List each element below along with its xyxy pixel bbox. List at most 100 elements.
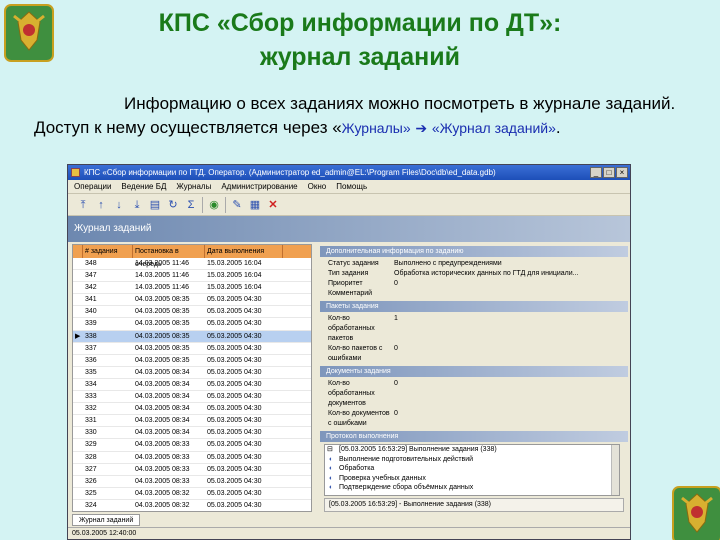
minimize-button[interactable]: _	[590, 167, 602, 178]
table-row[interactable]: 348 14.03.2005 11:46 15.03.2005 16:04	[73, 258, 311, 271]
table-row[interactable]: 334 04.03.2005 08:34 05.03.2005 04:30	[73, 379, 311, 392]
table-row[interactable]: 337 04.03.2005 08:35 05.03.2005 04:30	[73, 343, 311, 355]
menu-item[interactable]: Журналы	[176, 180, 211, 193]
table-cell: 04.03.2005 08:33	[135, 465, 190, 473]
property-label: Кол-во пакетов с ошибками	[328, 345, 383, 362]
table-cell: 339	[85, 320, 97, 328]
table-cell: 325	[85, 489, 97, 497]
table-cell: 342	[85, 284, 97, 292]
section-documents: Документы задания	[320, 366, 628, 377]
delete-icon[interactable]: ✕	[266, 198, 280, 212]
table-row[interactable]: 339 04.03.2005 08:35 05.03.2005 04:30	[73, 318, 311, 331]
toolbar: ⤒ ↑ ↓ ⤓ ▤ ↻ Σ ◉ ✎ ▦ ✕	[68, 194, 630, 216]
table-cell: 04.03.2005 08:34	[135, 405, 190, 413]
log-entry[interactable]: Выполнение подготовительных действий	[325, 455, 619, 465]
arrow-down-last-icon[interactable]: ⤓	[130, 198, 144, 212]
property-value: Выполнено с предупреждениями	[394, 260, 502, 267]
menu-item[interactable]: Операции	[74, 180, 111, 193]
table-row[interactable]: 329 04.03.2005 08:33 05.03.2005 04:30	[73, 439, 311, 452]
property-label: Кол-во обработанных пакетов	[328, 315, 375, 342]
table-cell: 05.03.2005 04:30	[207, 296, 262, 304]
details-panel: Дополнительная информация по заданию Ста…	[320, 244, 628, 512]
property-value: 0	[394, 410, 398, 417]
app-icon	[71, 168, 80, 177]
table-cell: 334	[85, 380, 97, 388]
table-cell: 05.03.2005 04:30	[207, 344, 262, 352]
table-cell: 05.03.2005 04:30	[207, 501, 262, 509]
export-icon[interactable]: ▤	[148, 198, 162, 212]
menu-item[interactable]: Помощь	[336, 180, 367, 193]
window-titlebar[interactable]: КПС «Сбор информации по ГТД. Оператор. (…	[68, 165, 630, 180]
table-cell: 338	[85, 332, 97, 340]
status-bar: 05.03.2005 12:40:00	[68, 527, 630, 539]
col-executed[interactable]: Дата выполнения	[205, 245, 283, 258]
slide-title: КПС «Сбор информации по ДТ»:	[158, 9, 562, 37]
table-row[interactable]: 328 04.03.2005 08:33 05.03.2005 04:30	[73, 452, 311, 464]
table-cell: 05.03.2005 04:30	[207, 465, 262, 473]
col-queued[interactable]: Постановка в очередь	[133, 245, 205, 268]
refresh-icon[interactable]: ↻	[166, 198, 180, 212]
table-cell: 04.03.2005 08:34	[135, 417, 190, 425]
window-title: КПС «Сбор информации по ГТД. Оператор. (…	[84, 168, 496, 177]
table-cell: 327	[85, 465, 97, 473]
properties-icon[interactable]: ▦	[248, 198, 262, 212]
section-protocol: Протокол выполнения	[320, 431, 628, 442]
table-cell: 04.03.2005 08:34	[135, 368, 190, 376]
edit-icon[interactable]: ✎	[230, 198, 244, 212]
protocol-status-line: [05.03.2005 16:53:29] - Выполнение задан…	[324, 498, 624, 512]
arrow-up-first-icon[interactable]: ⤒	[76, 198, 90, 212]
property-value: 0	[394, 345, 398, 352]
table-cell: 05.03.2005 04:30	[207, 308, 262, 316]
run-icon[interactable]: ◉	[207, 198, 221, 212]
arrow-up-icon[interactable]: ↑	[94, 198, 108, 212]
table-row[interactable]: 342 14.03.2005 11:46 15.03.2005 16:04	[73, 282, 311, 295]
table-row[interactable]: 335 04.03.2005 08:34 05.03.2005 04:30	[73, 367, 311, 379]
tab-task-journal[interactable]: Журнал заданий	[72, 514, 141, 526]
table-row[interactable]: 336 04.03.2005 08:35 05.03.2005 04:30	[73, 355, 311, 367]
table-cell: 330	[85, 429, 97, 437]
table-row[interactable]: 327 04.03.2005 08:33 05.03.2005 04:30	[73, 464, 311, 476]
log-entry[interactable]: Проверка учебных данных	[325, 474, 619, 484]
table-cell: 04.03.2005 08:34	[135, 393, 190, 401]
table-row[interactable]: 347 14.03.2005 11:46 15.03.2005 16:04	[73, 270, 311, 283]
close-button[interactable]: ×	[616, 167, 628, 178]
table-cell: 04.03.2005 08:32	[135, 489, 190, 497]
log-entry[interactable]: Подтверждение сбора объёмных данных	[325, 483, 619, 493]
protocol-log[interactable]: [05.03.2005 16:53:29] Выполнение задания…	[324, 444, 620, 496]
table-row[interactable]: 325 04.03.2005 08:32 05.03.2005 04:30	[73, 488, 311, 500]
table-row[interactable]: 333 04.03.2005 08:34 05.03.2005 04:30	[73, 391, 311, 404]
sum-icon[interactable]: Σ	[184, 198, 198, 212]
table-row[interactable]: 341 04.03.2005 08:35 05.03.2005 04:30	[73, 294, 311, 307]
table-cell: 05.03.2005 04:30	[207, 429, 262, 437]
table-cell: 05.03.2005 04:30	[207, 405, 262, 413]
menu-item[interactable]: Ведение БД	[121, 180, 166, 193]
row-pointer-icon: ▶	[75, 332, 81, 340]
log-entry[interactable]: Обработка	[325, 464, 619, 474]
table-row[interactable]: 326 04.03.2005 08:33 05.03.2005 04:30	[73, 476, 311, 488]
section-packets: Пакеты задания	[320, 301, 628, 312]
arrow-down-icon[interactable]: ↓	[112, 198, 126, 212]
table-cell: 05.03.2005 04:30	[207, 393, 262, 401]
menu-item[interactable]: Администрирование	[221, 180, 297, 193]
log-entry[interactable]: [05.03.2005 16:53:29] Выполнение задания…	[325, 445, 619, 455]
property-value: 0	[394, 280, 398, 287]
table-row[interactable]: 340 04.03.2005 08:35 05.03.2005 04:30	[73, 306, 311, 319]
table-cell: 04.03.2005 08:33	[135, 453, 190, 461]
table-cell: 05.03.2005 04:30	[207, 453, 262, 461]
col-task-number[interactable]: # задания	[83, 245, 133, 258]
table-cell: 04.03.2005 08:35	[135, 308, 190, 316]
menu-item[interactable]: Окно	[308, 180, 327, 193]
table-row[interactable]: ▶ 338 04.03.2005 08:35 05.03.2005 04:30	[73, 330, 311, 343]
table-row[interactable]: 331 04.03.2005 08:34 05.03.2005 04:30	[73, 415, 311, 428]
table-row[interactable]: 330 04.03.2005 08:34 05.03.2005 04:30	[73, 427, 311, 440]
log-scrollbar[interactable]	[611, 445, 619, 495]
table-row[interactable]: 324 04.03.2005 08:32 05.03.2005 04:30	[73, 500, 311, 511]
table-cell: 04.03.2005 08:33	[135, 477, 190, 485]
maximize-button[interactable]: □	[603, 167, 615, 178]
table-cell: 348	[85, 260, 97, 267]
table-row[interactable]: 332 04.03.2005 08:34 05.03.2005 04:30	[73, 403, 311, 416]
table-cell: 04.03.2005 08:34	[135, 429, 190, 437]
property-label: Приоритет	[328, 280, 363, 287]
table-cell: 14.03.2005 11:46	[135, 260, 189, 267]
property-label: Статус задания	[328, 260, 379, 267]
